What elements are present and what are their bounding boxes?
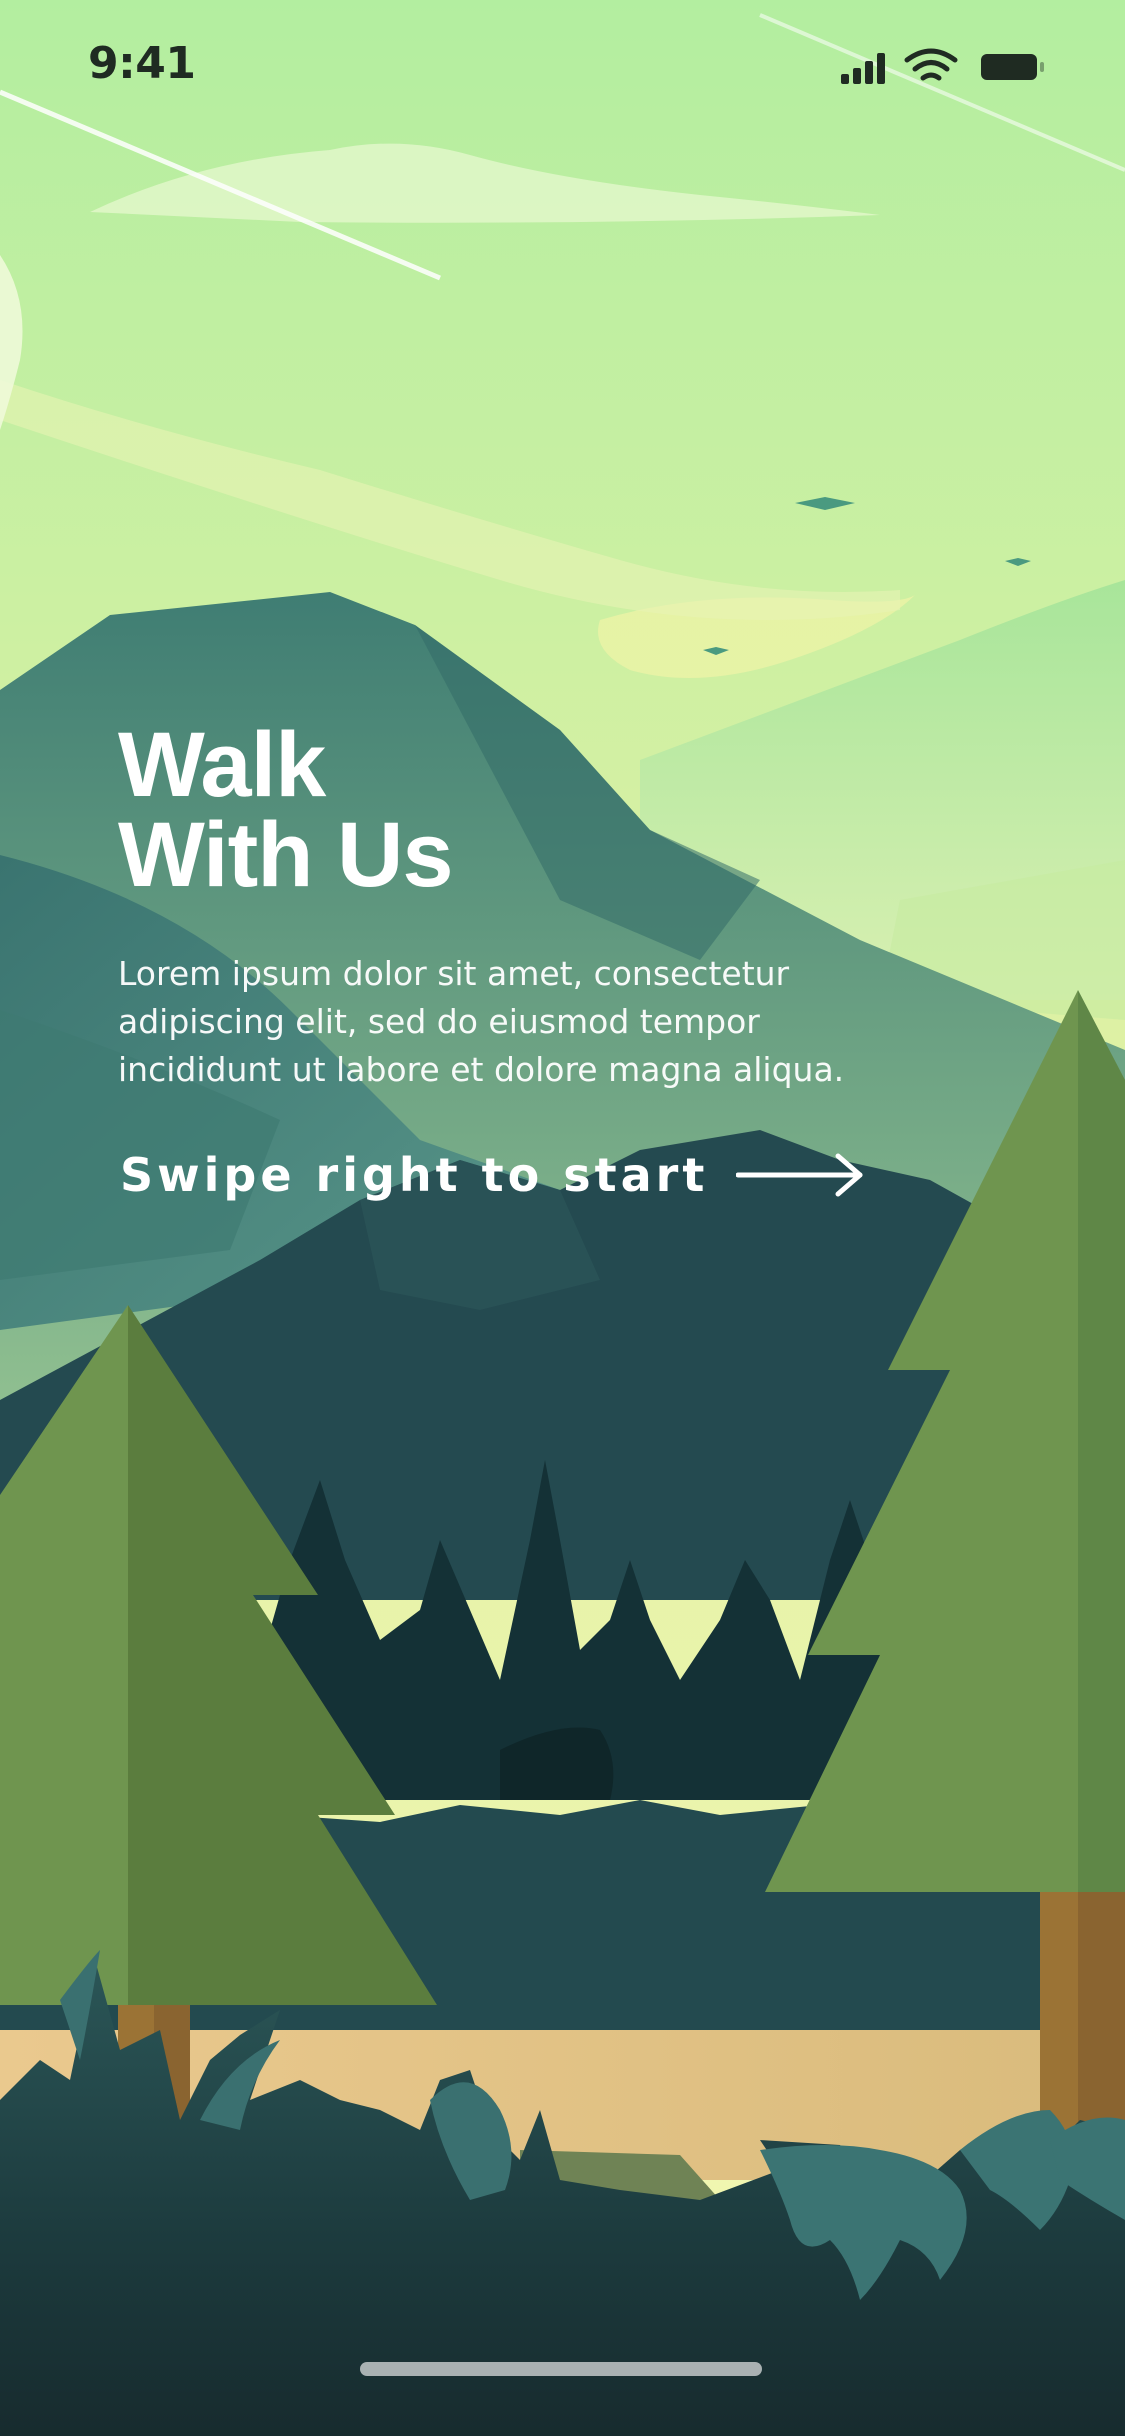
cellular-signal-icon [841,53,885,84]
body-text: Lorem ipsum dolor sit amet, consectetur … [118,954,845,1089]
swipe-label: Swipe right to start [120,1148,709,1202]
status-time: 9:41 [88,38,196,89]
onboarding-screen: 9:41 Walk With Us Lorem ipsum dolor sit … [0,0,1125,2436]
status-bar: 9:41 [0,0,1125,132]
headline-line-1: Walk [118,714,326,816]
headline: Walk With Us [118,714,918,906]
home-indicator[interactable] [360,2362,762,2376]
wifi-icon [904,48,958,81]
status-icons [841,48,1044,84]
battery-icon [981,54,1044,80]
arrow-right-icon [736,1153,863,1197]
onboarding-content: Walk With Us Lorem ipsum dolor sit amet,… [118,714,918,1202]
headline-line-2: With Us [118,804,454,906]
swipe-to-start[interactable]: Swipe right to start [120,1140,866,1210]
landscape-illustration [0,0,1125,2436]
